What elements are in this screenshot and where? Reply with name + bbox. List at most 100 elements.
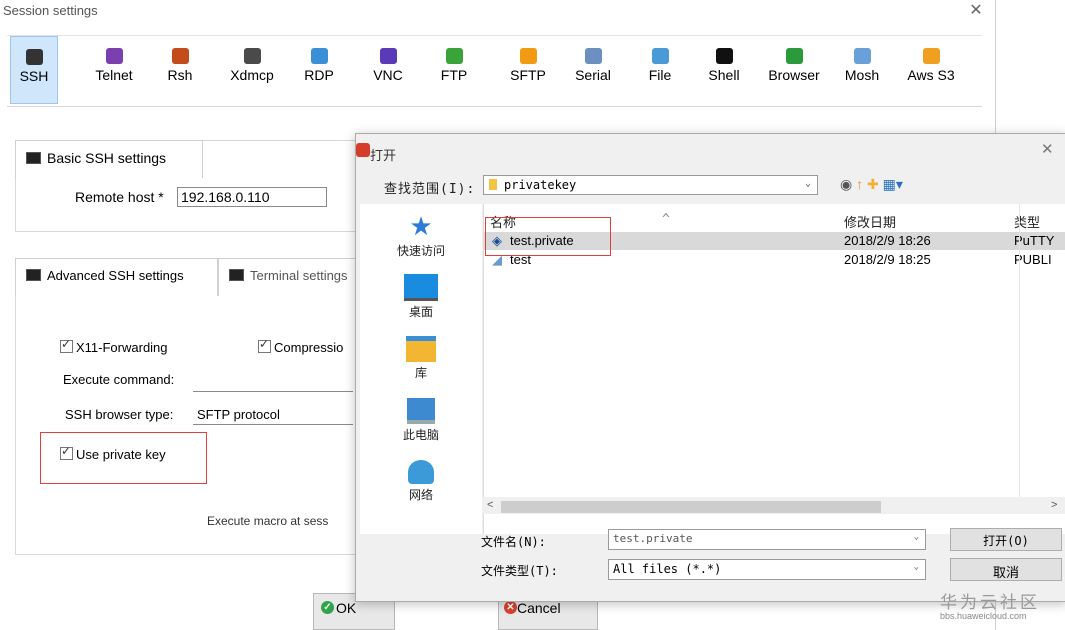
- file-name-label: 文件名(N):: [481, 535, 546, 549]
- dialog-title: 打开: [370, 148, 397, 163]
- protocol-label: RDP: [304, 67, 334, 83]
- protocol-toolbar: SSH Telnet Rsh Xdmcp RDP VNC FTP SFTP Serial File…: [7, 35, 982, 107]
- aws-s3-icon: [922, 48, 940, 64]
- place-this-pc[interactable]: 此电脑: [360, 398, 482, 443]
- places-bar: ★ 快速访问 桌面 库 此电脑 网络: [360, 204, 482, 534]
- look-in-label: 查找范围(I):: [384, 182, 476, 197]
- protocol-file-button[interactable]: File: [635, 36, 685, 104]
- file-icon: [651, 48, 669, 64]
- protocol-rsh-button[interactable]: Rsh: [155, 36, 205, 104]
- protocol-vnc-button[interactable]: VNC: [362, 36, 414, 104]
- back-icon[interactable]: ◉: [840, 176, 852, 192]
- xdmcp-icon: [243, 48, 261, 64]
- place-libraries[interactable]: 库: [360, 336, 482, 381]
- telnet-icon: [105, 48, 123, 64]
- protocol-mosh-button[interactable]: Mosh: [836, 36, 888, 104]
- protocol-aws-s3-button[interactable]: Aws S3: [896, 36, 966, 104]
- watermark: 华为云社区 bbs.huaweicloud.com: [940, 588, 1040, 621]
- file-name-input[interactable]: test.private ⌄: [608, 529, 926, 550]
- check-circle-icon: ✓: [321, 601, 334, 614]
- tab-basic-ssh-settings[interactable]: Basic SSH settings: [15, 140, 203, 178]
- protocol-serial-button[interactable]: Serial: [563, 36, 623, 104]
- protocol-label: SSH: [19, 68, 49, 84]
- dialog-cancel-button[interactable]: 取消: [950, 558, 1062, 581]
- view-menu-icon[interactable]: ▦▾: [883, 176, 903, 192]
- protocol-label: Telnet: [95, 67, 133, 83]
- execute-command-label: Execute command:: [63, 372, 175, 387]
- highlight-box-file: [485, 217, 611, 256]
- place-quick-access[interactable]: ★ 快速访问: [360, 212, 482, 259]
- protocol-label: Aws S3: [907, 67, 955, 83]
- terminal-icon: [26, 269, 41, 281]
- protocol-label: FTP: [440, 67, 468, 83]
- basic-ssh-group: Basic SSH settings: [15, 140, 357, 232]
- chevron-down-icon: ⌄: [913, 562, 919, 572]
- column-header-date[interactable]: 修改日期: [844, 212, 896, 231]
- ssh-icon: [25, 49, 43, 65]
- protocol-label: Xdmcp: [230, 67, 274, 83]
- protocol-label: Shell: [708, 67, 740, 83]
- dialog-toolbar: ◉ ↑ ✚ ▦▾: [840, 176, 903, 193]
- protocol-ftp-button[interactable]: FTP: [430, 36, 478, 104]
- scroll-left-icon[interactable]: <: [487, 499, 493, 511]
- open-button[interactable]: 打开(O): [950, 528, 1062, 551]
- computer-icon: [407, 398, 435, 424]
- compression-checkbox[interactable]: Compressio: [258, 337, 343, 355]
- protocol-ssh-button[interactable]: SSH: [10, 36, 58, 104]
- remote-host-input[interactable]: 192.168.0.110: [177, 187, 327, 207]
- protocol-rdp-button[interactable]: RDP: [292, 36, 346, 104]
- tab-advanced-ssh-settings[interactable]: Advanced SSH settings: [15, 258, 218, 296]
- terminal-icon: [229, 269, 244, 281]
- protocol-label: SFTP: [510, 67, 546, 83]
- watermark-brand: 华为云社区: [940, 593, 1040, 612]
- ftp-icon: [445, 48, 463, 64]
- protocol-label: Mosh: [844, 67, 880, 83]
- tab-terminal-settings[interactable]: Terminal settings: [218, 258, 358, 296]
- checkbox-icon: [258, 337, 271, 353]
- library-icon: [406, 336, 436, 362]
- dialog-close-button[interactable]: ✕: [1041, 140, 1054, 158]
- highlight-box-private-key: [40, 432, 207, 484]
- cancel-circle-icon: ✕: [504, 601, 517, 614]
- protocol-label: VNC: [373, 67, 403, 83]
- up-folder-icon[interactable]: ↑: [856, 176, 863, 192]
- sftp-icon: [519, 48, 537, 64]
- close-button[interactable]: ✕: [965, 0, 987, 20]
- protocol-shell-button[interactable]: Shell: [697, 36, 751, 104]
- file-type-select[interactable]: All files (*.*) ⌄: [608, 559, 926, 580]
- checkbox-icon: [60, 337, 73, 353]
- place-network[interactable]: 网络: [360, 460, 482, 503]
- x11-forwarding-checkbox[interactable]: X11-Forwarding: [60, 337, 168, 355]
- column-divider: [1019, 204, 1020, 497]
- protocol-xdmcp-button[interactable]: Xdmcp: [220, 36, 284, 104]
- star-icon: ★: [409, 211, 433, 241]
- rsh-icon: [171, 48, 189, 64]
- browser-icon: [785, 48, 803, 64]
- protocol-label: File: [648, 67, 672, 83]
- protocol-label: Browser: [768, 67, 820, 83]
- new-folder-icon[interactable]: ✚: [867, 176, 879, 192]
- browser-type-label: SSH browser type:: [65, 407, 174, 422]
- protocol-telnet-button[interactable]: Telnet: [86, 36, 142, 104]
- open-file-dialog: 打开 ✕ 查找范围(I): privatekey ⌄ ◉ ↑ ✚ ▦▾ ★ 快速…: [355, 133, 1065, 602]
- folder-icon: [489, 179, 497, 190]
- app-icon: [356, 143, 370, 157]
- browser-type-select[interactable]: SFTP protocol: [193, 404, 353, 425]
- execute-command-input[interactable]: [193, 371, 353, 392]
- shell-icon: [715, 48, 733, 64]
- protocol-browser-button[interactable]: Browser: [759, 36, 829, 104]
- sort-arrow-icon: ^: [662, 212, 670, 227]
- scroll-right-icon[interactable]: >: [1051, 499, 1057, 511]
- protocol-label: Serial: [575, 67, 611, 83]
- chevron-down-icon: ⌄: [804, 178, 811, 189]
- look-in-combobox[interactable]: privatekey ⌄: [483, 175, 818, 195]
- place-desktop[interactable]: 桌面: [360, 274, 482, 320]
- protocol-sftp-button[interactable]: SFTP: [496, 36, 560, 104]
- desktop-icon: [404, 274, 438, 301]
- watermark-url: bbs.huaweicloud.com: [940, 611, 1027, 621]
- column-header-type[interactable]: 类型: [1014, 212, 1040, 231]
- execute-macro-label: Execute macro at sess: [207, 514, 329, 528]
- vnc-icon: [379, 48, 397, 64]
- remote-host-label: Remote host *: [75, 189, 164, 205]
- scrollbar-thumb[interactable]: [501, 501, 881, 513]
